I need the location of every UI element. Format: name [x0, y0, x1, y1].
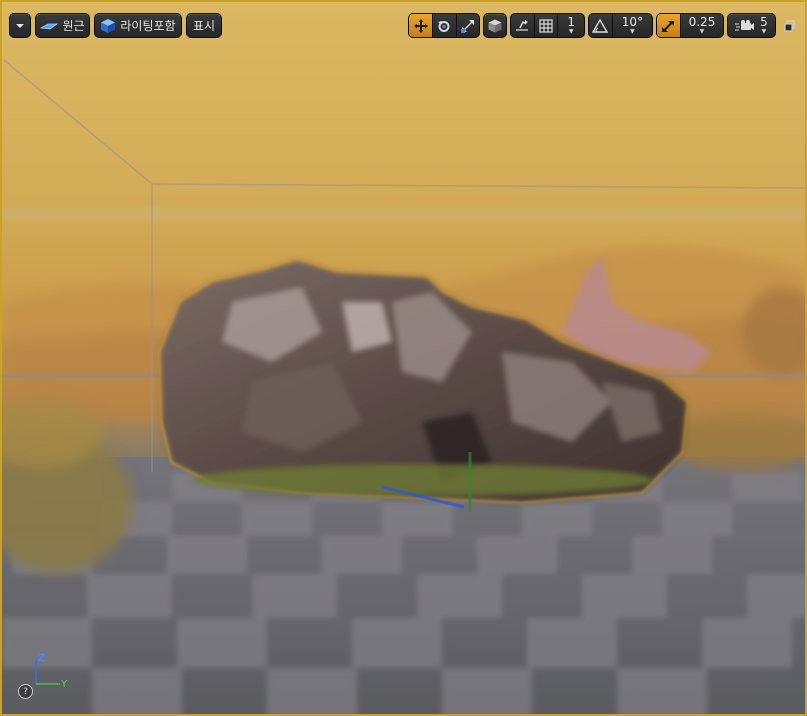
help-label: ? [23, 686, 28, 697]
rotation-snap-group: 10° ▼ [588, 13, 653, 38]
grid-snap-value: 1 [567, 15, 576, 29]
rotate-button[interactable] [432, 14, 455, 37]
grid-snap-group: 1 ▼ [510, 13, 585, 38]
level-viewport[interactable]: 원근 라이팅포함 표시 1 ▼ 10° ▼ 0.25 ▼ 5 ▼ Z Y ? [0, 0, 807, 716]
camera-speed-value: 5 [760, 15, 768, 29]
scale-snap-value: 0.25 [688, 15, 716, 29]
perspective-icon [40, 23, 59, 29]
lighting-mode-button[interactable]: 라이팅포함 [94, 13, 182, 38]
coordinate-system-button[interactable] [483, 13, 507, 38]
chevron-down-icon: ▼ [630, 28, 635, 35]
grid-icon [539, 18, 553, 33]
camera-speed-value-wrap: 5 ▼ [760, 16, 768, 35]
rotate-icon [438, 20, 450, 32]
show-button[interactable]: 표시 [186, 13, 222, 38]
perspective-button[interactable]: 원근 [35, 13, 90, 38]
surface-snap-icon [516, 19, 529, 31]
grid-snap-value-dropdown[interactable]: 1 ▼ [557, 14, 584, 37]
chevron-down-icon: ▼ [699, 28, 705, 35]
transform-tools-group [408, 13, 480, 38]
translate-button[interactable] [409, 14, 433, 37]
surface-snap-button[interactable] [511, 14, 534, 37]
show-label: 표시 [192, 19, 216, 33]
scale-snap-value-dropdown[interactable]: 0.25 ▼ [679, 14, 723, 37]
grid-snap-toggle[interactable] [533, 14, 558, 37]
viewport-toolbar: 원근 라이팅포함 표시 1 ▼ 10° ▼ 0.25 ▼ 5 ▼ [2, 2, 805, 42]
lighting-mode-label: 라이팅포함 [120, 19, 176, 33]
camera-speed-button[interactable]: 5 ▼ [727, 13, 776, 38]
chevron-down-icon: ▼ [761, 28, 767, 35]
scale-icon [460, 19, 474, 33]
chevron-down-icon: ▼ [568, 28, 574, 35]
rotation-snap-value-dropdown[interactable]: 10° ▼ [611, 14, 652, 37]
viewport-scene [2, 59, 805, 714]
camera-icon [735, 19, 755, 30]
axis-z-label: Z [38, 653, 45, 664]
translate-icon [413, 18, 428, 33]
world-cube-icon [488, 19, 502, 32]
scale-snap-group: 0.25 ▼ [656, 13, 724, 38]
viewport-options-button[interactable] [9, 13, 31, 38]
rotation-snap-value: 10° [621, 15, 644, 29]
perspective-label: 원근 [62, 19, 85, 33]
scale-button[interactable] [455, 14, 479, 37]
help-icon[interactable]: ? [18, 684, 33, 699]
scale-snap-toggle[interactable] [657, 14, 680, 37]
chevron-down-icon [16, 23, 24, 28]
scale-snap-icon [662, 20, 675, 32]
axis-y-label: Y [60, 679, 68, 690]
restore-window-icon[interactable] [783, 19, 797, 33]
angle-icon [592, 18, 609, 33]
rotation-snap-toggle[interactable] [589, 14, 612, 37]
lit-cube-icon [101, 18, 116, 33]
